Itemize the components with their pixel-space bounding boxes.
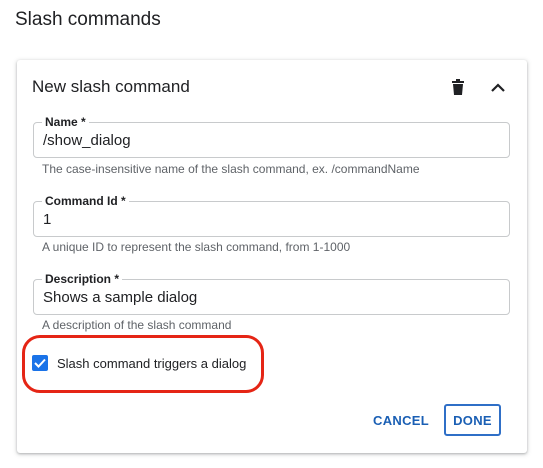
command-id-hint: A unique ID to represent the slash comma… bbox=[42, 240, 351, 254]
name-value[interactable]: /show_dialog bbox=[43, 132, 131, 150]
description-hint: A description of the slash command bbox=[42, 318, 232, 332]
dialog-trigger-checkbox[interactable] bbox=[32, 355, 48, 371]
description-value[interactable]: Shows a sample dialog bbox=[43, 289, 197, 307]
dialog-trigger-row[interactable]: Slash command triggers a dialog bbox=[32, 352, 246, 374]
checkmark-icon bbox=[34, 358, 46, 368]
command-id-value[interactable]: 1 bbox=[43, 211, 51, 229]
description-label: Description * bbox=[42, 272, 123, 286]
dialog-trigger-label[interactable]: Slash command triggers a dialog bbox=[57, 356, 246, 371]
slash-command-card: New slash command Name * /show_dialog Th… bbox=[17, 60, 527, 453]
command-id-field[interactable]: Command Id * 1 bbox=[33, 194, 510, 237]
cancel-button[interactable]: CANCEL bbox=[369, 405, 433, 435]
done-button[interactable]: DONE bbox=[444, 404, 501, 436]
chevron-up-icon[interactable] bbox=[485, 74, 511, 100]
name-field[interactable]: Name * /show_dialog bbox=[33, 115, 510, 158]
name-hint: The case-insensitive name of the slash c… bbox=[42, 162, 420, 176]
card-title: New slash command bbox=[32, 77, 190, 96]
section-title: Slash commands bbox=[15, 9, 161, 30]
description-field[interactable]: Description * Shows a sample dialog bbox=[33, 272, 510, 315]
command-id-label: Command Id * bbox=[42, 194, 129, 208]
trash-icon[interactable] bbox=[445, 74, 471, 100]
name-label: Name * bbox=[42, 115, 89, 129]
